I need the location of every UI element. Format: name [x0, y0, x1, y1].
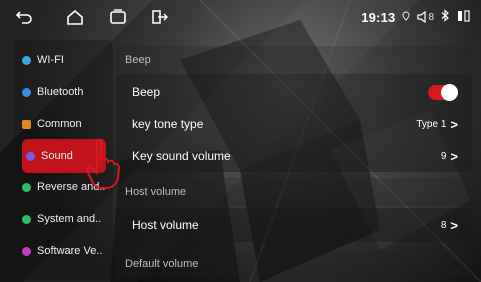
bluetooth-icon	[22, 87, 31, 97]
sidebar-item-label: Bluetooth	[37, 86, 84, 98]
sidebar-item-label: Common	[37, 118, 82, 130]
key-sound-volume-label: Key sound volume	[132, 149, 231, 163]
host-volume-row[interactable]: Host volume 8 >	[116, 209, 472, 241]
beep-settings-group: Beep key tone type Type 1 > Key sound vo…	[116, 74, 472, 172]
sidebar-item-software[interactable]: Software Ve..	[22, 237, 114, 265]
touch-hand-icon	[85, 138, 120, 189]
status-area: 19:13 8	[361, 8, 471, 26]
volume-icon: 8	[417, 11, 434, 23]
beep-label: Beep	[132, 85, 161, 99]
key-sound-volume-value: 9	[440, 150, 447, 162]
host-volume-label: Host volume	[132, 218, 199, 232]
sidebar-item-label: Software Ve..	[37, 245, 103, 257]
host-volume-value: 8	[440, 219, 447, 231]
home-icon[interactable]	[65, 8, 85, 26]
clock-time: 19:13	[361, 9, 396, 25]
system-icon	[22, 214, 31, 224]
toggle-knob	[441, 83, 458, 101]
section-header-default-volume: Default volume	[116, 250, 472, 278]
chevron-right-icon: >	[450, 217, 458, 233]
recent-apps-icon[interactable]	[108, 8, 128, 26]
host-volume-group: Host volume 8 >	[116, 208, 472, 242]
sidebar-item-label: Sound	[41, 150, 73, 162]
key-tone-type-row[interactable]: key tone type Type 1 >	[116, 108, 472, 140]
beep-toggle[interactable]	[428, 83, 458, 101]
section-header-host-volume: Host volume	[116, 178, 472, 206]
back-icon[interactable]	[14, 8, 34, 26]
sound-settings-panel: Beep Beep key tone type Type 1 > Key sou…	[116, 42, 472, 282]
sidebar-item-system[interactable]: System and..	[22, 205, 114, 233]
location-icon	[402, 10, 410, 24]
sidebar-item-bluetooth[interactable]: Bluetooth	[22, 78, 114, 106]
reverse-icon	[22, 182, 31, 192]
input-source-icon[interactable]	[149, 8, 169, 26]
common-icon	[22, 119, 31, 129]
wifi-icon	[22, 55, 31, 65]
chevron-right-icon: >	[450, 148, 458, 164]
key-sound-volume-row[interactable]: Key sound volume 9 >	[116, 140, 472, 172]
top-navigation-bar: 19:13 8	[0, 0, 481, 34]
sidebar-item-common[interactable]: Common	[22, 110, 114, 138]
volume-level: 8	[428, 11, 434, 23]
software-icon	[22, 246, 31, 256]
chevron-right-icon: >	[450, 116, 458, 132]
section-header-beep: Beep	[116, 46, 472, 74]
sidebar-item-label: WI-FI	[37, 54, 64, 66]
beep-row[interactable]: Beep	[116, 76, 472, 108]
sound-icon	[26, 151, 35, 161]
key-tone-type-label: key tone type	[132, 117, 204, 131]
key-tone-type-value: Type 1	[416, 118, 447, 130]
battery-icon	[457, 9, 471, 25]
sidebar-item-label: System and..	[37, 213, 102, 225]
sidebar-item-wifi[interactable]: WI-FI	[22, 46, 114, 74]
bluetooth-icon	[441, 9, 450, 25]
